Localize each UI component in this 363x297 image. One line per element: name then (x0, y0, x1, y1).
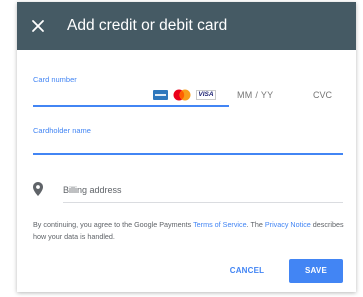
close-icon[interactable] (27, 15, 49, 37)
card-number-field[interactable] (33, 105, 229, 107)
add-card-dialog: Add credit or debit card Card number VIS… (17, 2, 356, 292)
billing-address-underline (63, 202, 343, 203)
amex-logo (153, 90, 168, 100)
location-pin-icon (33, 182, 43, 196)
terms-of-service-link[interactable]: Terms of Service (193, 220, 247, 229)
terms-disclaimer: By continuing, you agree to the Google P… (33, 219, 353, 243)
cancel-button[interactable]: CANCEL (219, 259, 275, 283)
disclaimer-text: By continuing, you agree to the Google P… (33, 220, 194, 229)
card-number-label: Card number (33, 75, 77, 84)
save-button[interactable]: SAVE (289, 259, 343, 283)
dialog-title: Add credit or debit card (67, 17, 228, 34)
disclaimer-text: . The (246, 220, 265, 229)
billing-address-field[interactable]: Billing address (63, 185, 122, 195)
cvc-field[interactable]: CVC (313, 90, 332, 100)
cardholder-name-field[interactable] (33, 153, 343, 155)
expiry-field[interactable]: MM / YY (237, 90, 273, 100)
visa-logo: VISA (196, 90, 216, 100)
mastercard-logo (173, 89, 191, 101)
privacy-notice-link[interactable]: Privacy Notice (265, 220, 311, 229)
dialog-header: Add credit or debit card (17, 2, 356, 50)
cardholder-name-label: Cardholder name (33, 126, 91, 135)
